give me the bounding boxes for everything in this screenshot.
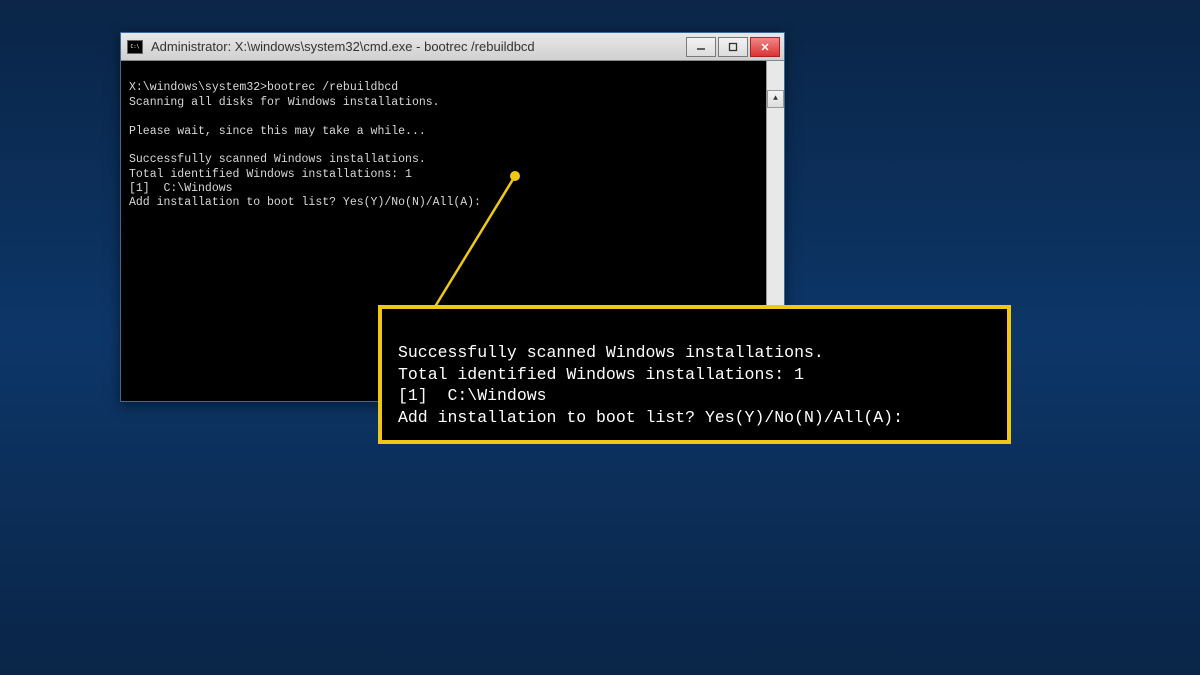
- callout-line-text: Total identified Windows installations: …: [398, 365, 804, 384]
- terminal-line: Scanning all disks for Windows installat…: [129, 96, 440, 109]
- cmd-icon: [127, 40, 143, 54]
- callout-highlight: Successfully scanned Windows installatio…: [378, 305, 1011, 444]
- terminal-line: Total identified Windows installations: …: [129, 168, 412, 181]
- window-controls: [686, 37, 780, 57]
- maximize-button[interactable]: [718, 37, 748, 57]
- terminal-line: [1] C:\Windows: [129, 182, 233, 195]
- scroll-up-icon[interactable]: ▲: [767, 90, 784, 108]
- callout-line-text: [1] C:\Windows: [398, 386, 547, 405]
- terminal-line: X:\windows\system32>bootrec /rebuildbcd: [129, 81, 398, 94]
- window-title: Administrator: X:\windows\system32\cmd.e…: [151, 39, 686, 54]
- terminal-line: Add installation to boot list? Yes(Y)/No…: [129, 196, 481, 209]
- close-button[interactable]: [750, 37, 780, 57]
- callout-line-text: Successfully scanned Windows installatio…: [398, 343, 824, 362]
- titlebar[interactable]: Administrator: X:\windows\system32\cmd.e…: [121, 33, 784, 61]
- terminal-line: Please wait, since this may take a while…: [129, 125, 426, 138]
- minimize-button[interactable]: [686, 37, 716, 57]
- callout-line-text: Add installation to boot list? Yes(Y)/No…: [398, 408, 903, 427]
- terminal-line: Successfully scanned Windows installatio…: [129, 153, 426, 166]
